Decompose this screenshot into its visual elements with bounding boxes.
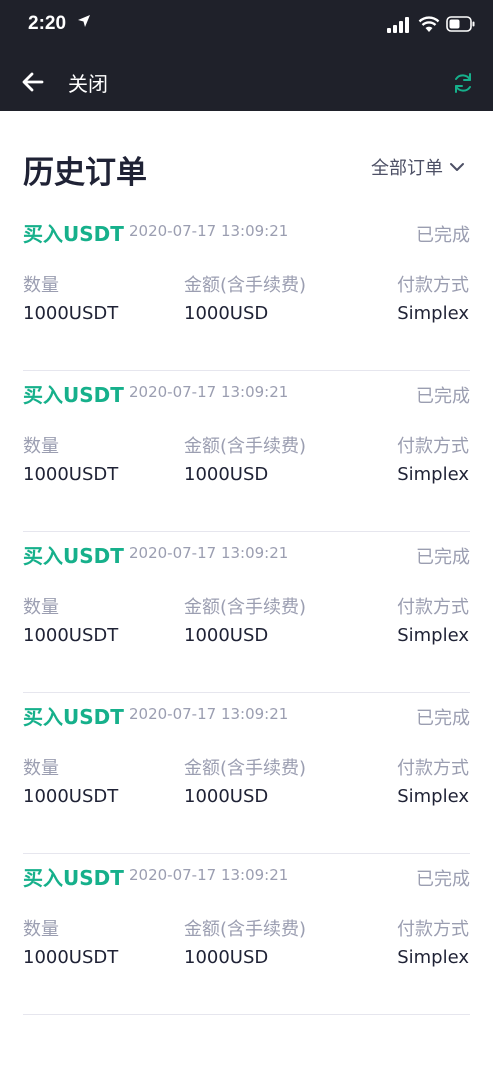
amount-value: 1000USD [184,786,269,807]
payment-value: Simplex [397,786,469,807]
amount-label: 金额(含手续费) [184,758,307,779]
payment-label: 付款方式 [397,758,469,779]
amount-value: 1000USD [184,303,269,324]
amount-value: 1000USD [184,625,269,646]
order-list: 买入USDT 2020-07-17 13:09:21 已完成 数量 金额(含手续… [23,210,470,1015]
order-item[interactable]: 买入USDT 2020-07-17 13:09:21 已完成 数量 金额(含手续… [23,210,470,371]
refresh-icon[interactable] [451,71,475,95]
payment-value: Simplex [397,303,469,324]
payment-value: Simplex [397,625,469,646]
amount-label: 金额(含手续费) [184,919,307,940]
payment-value: Simplex [397,464,469,485]
wifi-icon [418,16,440,32]
quantity-value: 1000USDT [23,303,119,324]
back-arrow-icon[interactable] [21,70,45,94]
payment-value: Simplex [397,947,469,968]
quantity-label: 数量 [23,597,59,618]
nav-bar: 关闭 [0,50,493,111]
close-button[interactable]: 关闭 [68,68,108,97]
quantity-value: 1000USDT [23,947,119,968]
quantity-value: 1000USDT [23,786,119,807]
order-status: 已完成 [416,708,470,729]
amount-label: 金额(含手续费) [184,436,307,457]
order-item[interactable]: 买入USDT 2020-07-17 13:09:21 已完成 数量 金额(含手续… [23,371,470,532]
order-type: 买入USDT [23,222,124,246]
order-type: 买入USDT [23,705,124,729]
order-item[interactable]: 买入USDT 2020-07-17 13:09:21 已完成 数量 金额(含手续… [23,693,470,854]
quantity-value: 1000USDT [23,625,119,646]
order-time: 2020-07-17 13:09:21 [129,383,289,401]
order-item[interactable]: 买入USDT 2020-07-17 13:09:21 已完成 数量 金额(含手续… [23,532,470,693]
quantity-label: 数量 [23,919,59,940]
page-title: 历史订单 [23,155,147,191]
order-filter-label: 全部订单 [371,158,443,179]
cellular-signal-icon [387,17,409,33]
quantity-label: 数量 [23,758,59,779]
order-time: 2020-07-17 13:09:21 [129,544,289,562]
amount-label: 金额(含手续费) [184,275,307,296]
order-status: 已完成 [416,547,470,568]
order-status: 已完成 [416,386,470,407]
payment-label: 付款方式 [397,436,469,457]
order-type: 买入USDT [23,866,124,890]
payment-label: 付款方式 [397,275,469,296]
quantity-label: 数量 [23,436,59,457]
location-arrow-icon [78,15,90,27]
amount-value: 1000USD [184,947,269,968]
order-time: 2020-07-17 13:09:21 [129,866,289,884]
order-status: 已完成 [416,869,470,890]
status-bar: 2:20 [0,0,493,50]
payment-label: 付款方式 [397,597,469,618]
amount-label: 金额(含手续费) [184,597,307,618]
order-type: 买入USDT [23,544,124,568]
payment-label: 付款方式 [397,919,469,940]
chevron-down-icon [450,163,464,171]
status-time: 2:20 [28,13,67,34]
order-filter-dropdown[interactable]: 全部订单 [371,154,465,180]
order-item[interactable]: 买入USDT 2020-07-17 13:09:21 已完成 数量 金额(含手续… [23,854,470,1015]
order-type: 买入USDT [23,383,124,407]
order-status: 已完成 [416,225,470,246]
quantity-value: 1000USDT [23,464,119,485]
amount-value: 1000USD [184,464,269,485]
order-time: 2020-07-17 13:09:21 [129,222,289,240]
order-time: 2020-07-17 13:09:21 [129,705,289,723]
battery-icon [446,16,475,32]
quantity-label: 数量 [23,275,59,296]
